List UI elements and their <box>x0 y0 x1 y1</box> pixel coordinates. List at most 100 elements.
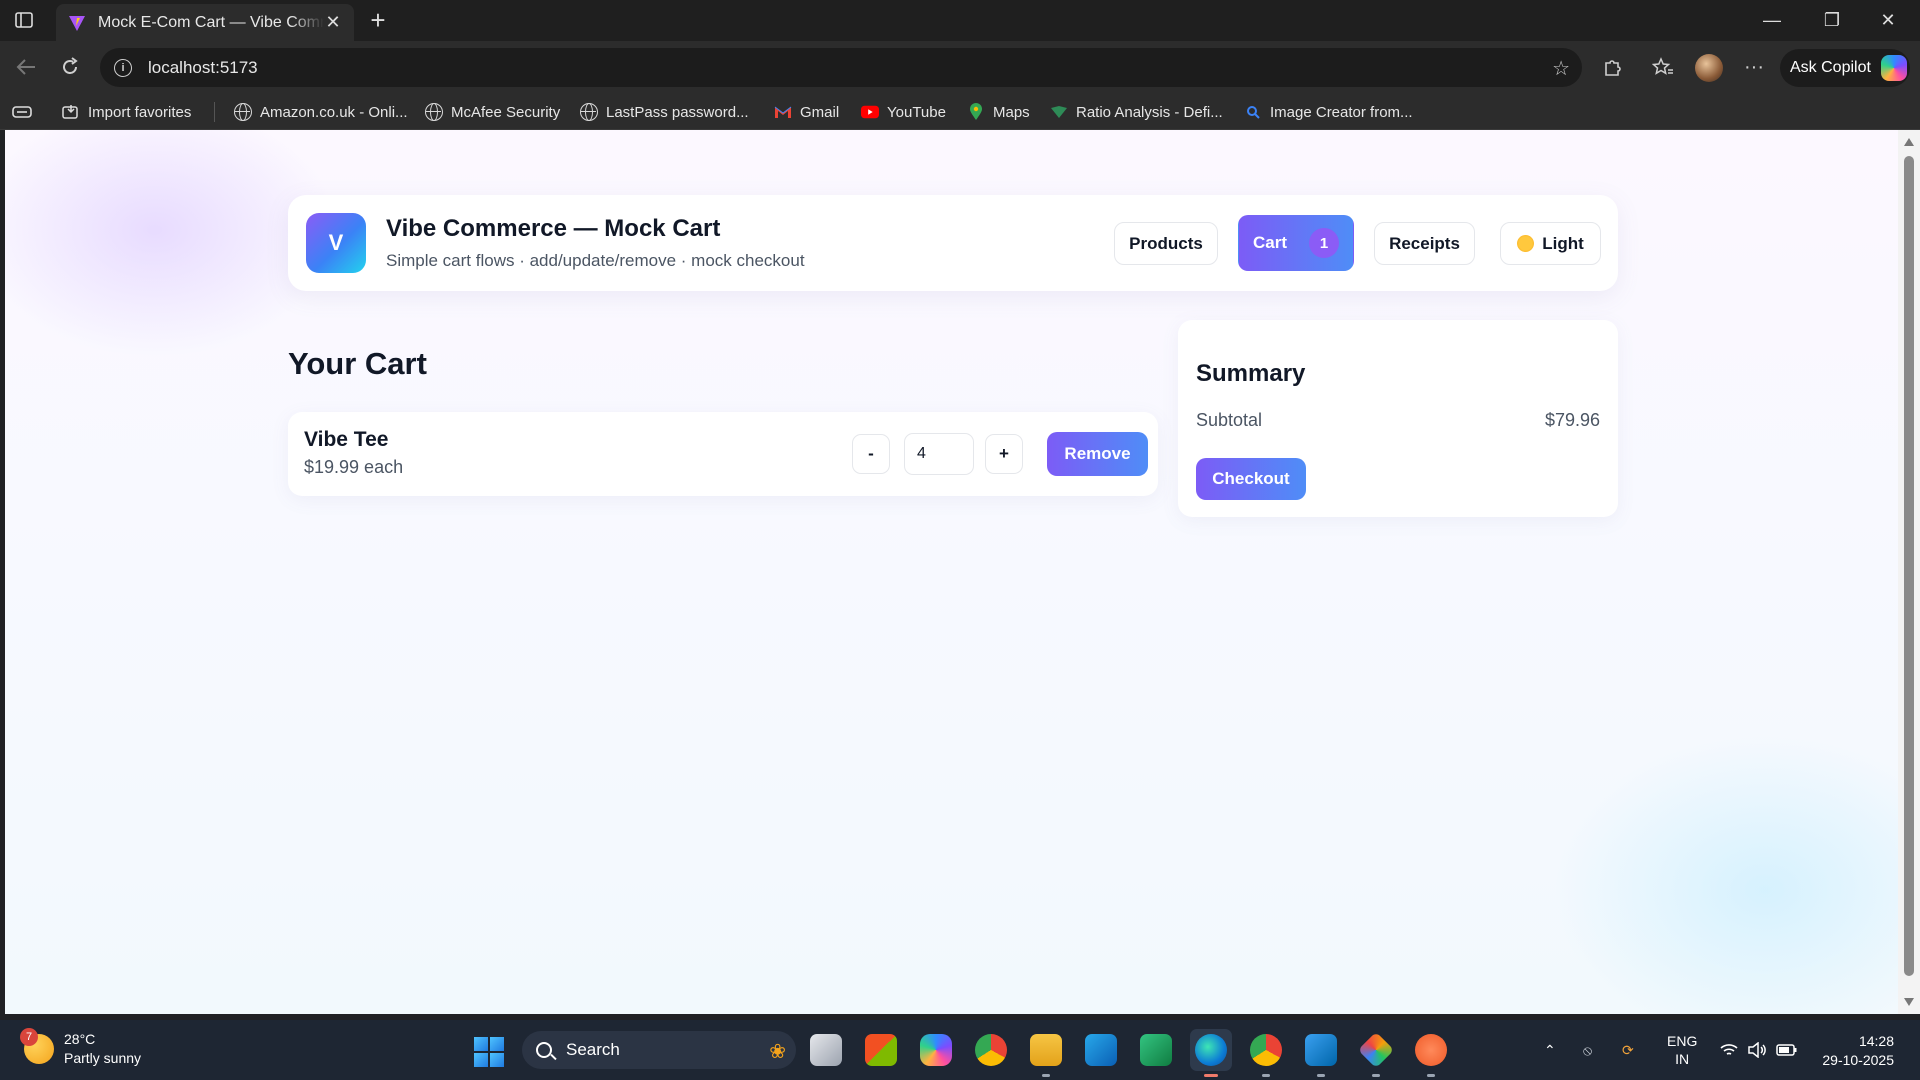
clock-time: 14:28 <box>1858 1033 1894 1049</box>
outlook-icon[interactable] <box>1085 1034 1117 1066</box>
copilot-logo-icon <box>1880 55 1907 81</box>
bookmark-label: LastPass password... <box>606 103 749 121</box>
bookmark-label: Import favorites <box>88 103 192 121</box>
edge-icon[interactable] <box>1195 1034 1227 1066</box>
checkout-button[interactable]: Checkout <box>1196 458 1306 500</box>
bookmark-import-favorites[interactable]: Import favorites <box>62 94 191 130</box>
sync-icon[interactable]: ⟳ <box>1622 1020 1634 1080</box>
favorite-star-icon[interactable]: ☆ <box>1552 56 1570 81</box>
profile-avatar[interactable] <box>1695 54 1723 82</box>
camera-off-icon[interactable]: ⦸ <box>1583 1020 1592 1080</box>
site-info-icon[interactable]: i <box>114 58 132 77</box>
globe-icon <box>425 103 443 121</box>
language-bottom: IN <box>1675 1051 1690 1067</box>
page-scrollbar[interactable] <box>1898 130 1920 1014</box>
more-options-icon[interactable]: ··· <box>1738 51 1770 83</box>
remove-item-button[interactable]: Remove <box>1047 432 1148 476</box>
address-bar[interactable]: i localhost:5173 ☆ <box>100 48 1582 87</box>
microsoft-store-icon[interactable] <box>865 1034 897 1066</box>
bookmark-label: Ratio Analysis - Defi... <box>1076 103 1223 121</box>
bookmark-label: McAfee Security <box>451 103 561 121</box>
language-indicator[interactable]: ENG IN <box>1667 1020 1697 1080</box>
windows-taskbar: 7 28°C Partly sunny Search ❀ ⌃ ⦸ ⟳ ENG I… <box>0 1020 1920 1080</box>
cart-item: Vibe Tee $19.99 each - + Remove <box>288 412 1158 496</box>
postman-icon[interactable] <box>1415 1034 1447 1066</box>
volume-icon[interactable] <box>1747 1020 1767 1080</box>
bookmark-youtube[interactable]: YouTube <box>861 94 946 130</box>
ask-copilot-button[interactable]: Ask Copilot <box>1780 49 1910 87</box>
restore-icon[interactable]: ❐ <box>1808 0 1856 41</box>
weather-widget[interactable]: 7 28°C Partly sunny <box>20 1028 141 1068</box>
nav-receipts-button[interactable]: Receipts <box>1374 222 1475 265</box>
nav-receipts-label: Receipts <box>1389 233 1460 253</box>
bookmark-ratio-analysis[interactable]: Ratio Analysis - Defi... <box>1050 94 1223 130</box>
app-header: V Vibe Commerce — Mock Cart Simple cart … <box>288 195 1618 291</box>
close-window-icon[interactable]: ✕ <box>1864 0 1912 41</box>
summary-heading: Summary <box>1196 360 1306 387</box>
bookmark-gmail[interactable]: Gmail <box>774 94 839 130</box>
weather-alert-badge: 7 <box>20 1028 38 1046</box>
scroll-down-icon[interactable] <box>1904 998 1914 1006</box>
battery-icon[interactable] <box>1776 1020 1798 1080</box>
new-tab-button[interactable]: + <box>366 6 390 34</box>
bookmark-label: Gmail <box>800 103 840 121</box>
order-summary: Summary Subtotal $79.96 Checkout <box>1178 320 1618 517</box>
minimize-icon[interactable]: — <box>1748 0 1796 41</box>
bookmark-amazon[interactable]: Amazon.co.uk - Onli... <box>234 94 408 130</box>
copilot-app-icon[interactable] <box>920 1034 952 1066</box>
show-hidden-icons[interactable]: ⌃ <box>1544 1020 1556 1080</box>
wifi-icon[interactable] <box>1720 1020 1738 1080</box>
tab-actions-icon[interactable] <box>12 94 32 130</box>
close-tab-icon[interactable]: ✕ <box>324 12 342 33</box>
scroll-up-icon[interactable] <box>1904 138 1914 146</box>
bookmarks-bar: Import favorites Amazon.co.uk - Onli... … <box>0 94 1920 130</box>
theme-toggle-button[interactable]: Light <box>1500 222 1601 265</box>
chrome-profile-icon[interactable] <box>1250 1034 1282 1066</box>
search-icon <box>1244 103 1262 121</box>
back-icon[interactable] <box>10 51 42 83</box>
task-view-icon[interactable] <box>810 1034 842 1066</box>
item-price: $19.99 each <box>304 457 404 477</box>
nav-cart-label: Cart <box>1252 233 1287 252</box>
cart-count-badge: 1 <box>1309 228 1339 258</box>
bookmark-image-creator[interactable]: Image Creator from... <box>1244 94 1413 130</box>
app-title: Vibe Commerce — Mock Cart <box>386 215 721 242</box>
nav-products-button[interactable]: Products <box>1114 222 1218 265</box>
bookmark-lastpass[interactable]: LastPass password... <box>580 94 749 130</box>
sun-icon <box>1517 235 1535 252</box>
browser-tab[interactable]: Mock E-Com Cart — Vibe Commerce ✕ <box>56 4 354 41</box>
bookmark-mcafee[interactable]: McAfee Security <box>425 94 560 130</box>
quantity-input[interactable] <box>904 433 974 475</box>
chrome-icon[interactable] <box>975 1034 1007 1066</box>
file-explorer-icon[interactable] <box>1030 1034 1062 1066</box>
favorites-icon[interactable] <box>1647 51 1679 83</box>
globe-icon <box>580 103 598 121</box>
running-indicator <box>1427 1074 1435 1077</box>
nav-products-label: Products <box>1129 233 1203 253</box>
git-client-icon[interactable] <box>1357 1031 1395 1069</box>
bookmark-label: Image Creator from... <box>1270 103 1413 121</box>
running-indicator <box>1262 1074 1270 1077</box>
decrease-quantity-button[interactable]: - <box>852 434 890 474</box>
theme-toggle-label: Light <box>1542 233 1584 253</box>
cart-heading: Your Cart <box>288 346 427 381</box>
vscode-icon[interactable] <box>1305 1034 1337 1066</box>
windows-start-icon[interactable] <box>474 1037 504 1067</box>
sidebar-toggle-icon[interactable] <box>12 9 36 31</box>
system-clock[interactable]: 14:28 29-10-2025 <box>1814 1032 1894 1070</box>
increase-quantity-button[interactable]: + <box>985 434 1023 474</box>
browser-tab-bar: Mock E-Com Cart — Vibe Commerce ✕ + — ❐ … <box>0 0 1920 41</box>
page-viewport: V Vibe Commerce — Mock Cart Simple cart … <box>5 130 1898 1014</box>
reload-icon[interactable] <box>54 51 86 83</box>
nav-cart-button[interactable]: Cart 1 <box>1238 215 1354 271</box>
maps-icon <box>967 103 985 121</box>
running-indicator <box>1042 1074 1050 1077</box>
subtotal-label: Subtotal <box>1196 410 1263 430</box>
bookmark-maps[interactable]: Maps <box>967 94 1030 130</box>
taskbar-search[interactable]: Search ❀ <box>522 1031 796 1069</box>
scrollbar-thumb[interactable] <box>1904 156 1914 976</box>
weather-temperature: 28°C <box>64 1031 96 1047</box>
item-name: Vibe Tee <box>304 428 389 451</box>
extensions-icon[interactable] <box>1596 51 1628 83</box>
excel-icon[interactable] <box>1140 1034 1172 1066</box>
